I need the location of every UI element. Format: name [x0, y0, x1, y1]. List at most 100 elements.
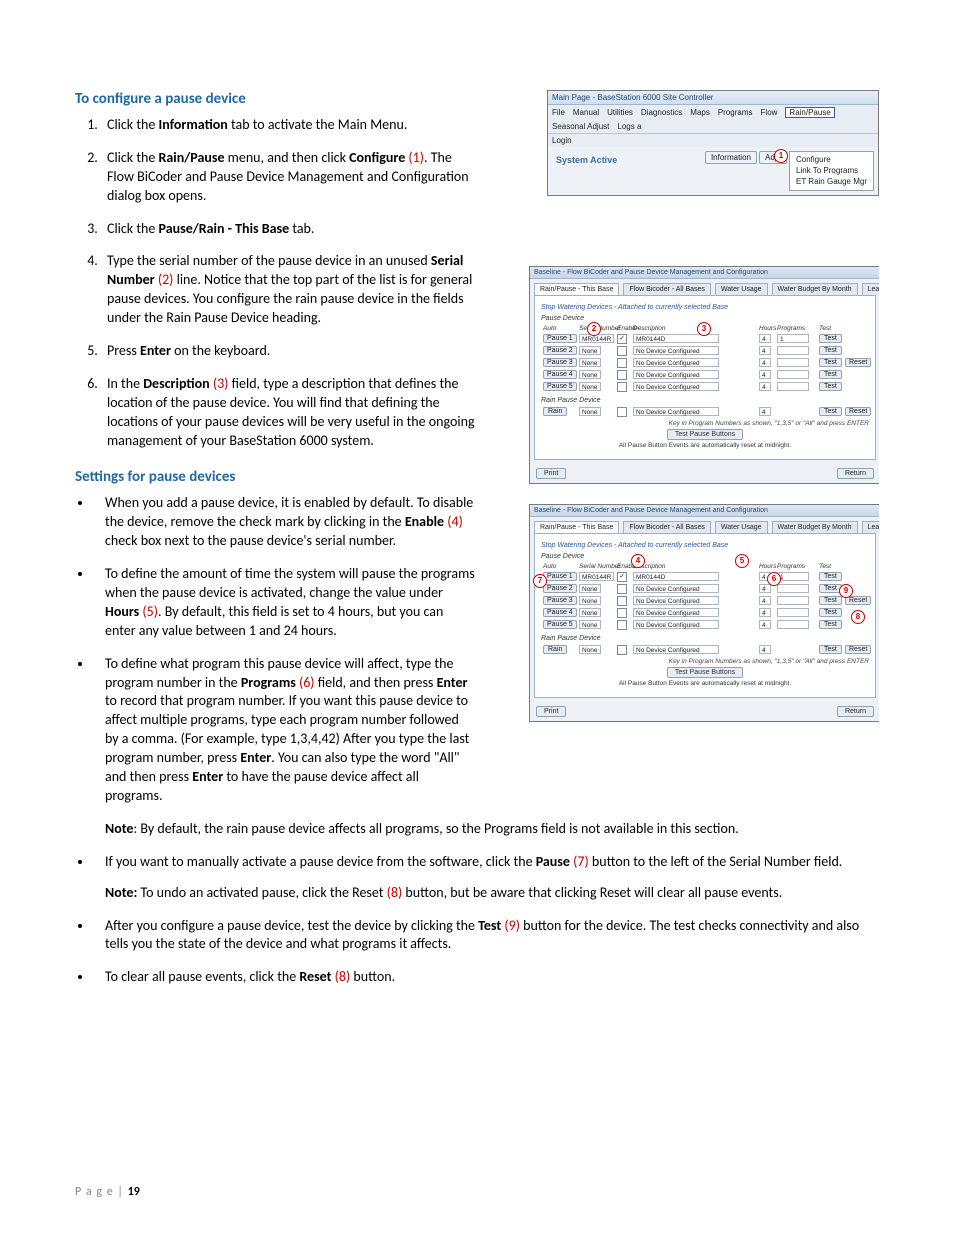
rain-pause-button[interactable]: Rain — [543, 407, 567, 416]
menu-file[interactable]: File — [552, 108, 565, 117]
test-button[interactable]: Test — [819, 346, 842, 355]
rain-desc-input[interactable]: No Device Configured — [633, 407, 719, 416]
tab-water-usage[interactable]: Water Usage — [715, 283, 768, 295]
menu-utilities[interactable]: Utilities — [607, 108, 633, 117]
test-button[interactable]: Test — [819, 572, 842, 581]
desc-input[interactable]: No Device Configured — [633, 584, 719, 593]
menu-seasonal[interactable]: Seasonal Adjust — [552, 122, 609, 131]
menu-flow[interactable]: Flow — [761, 108, 778, 117]
desc-input[interactable]: No Device Configured — [633, 346, 719, 355]
submenu-et-rain[interactable]: ET Rain Gauge Mgr — [796, 176, 867, 187]
hours-input[interactable]: 4 — [759, 358, 771, 367]
menu-manual[interactable]: Manual — [573, 108, 599, 117]
enable-checkbox[interactable] — [617, 584, 627, 594]
test-button[interactable]: Test — [819, 608, 842, 617]
submenu-configure[interactable]: Configure — [796, 154, 867, 165]
menu-logs[interactable]: Logs a — [617, 122, 641, 131]
test-button[interactable]: Test — [819, 334, 842, 343]
hours-input[interactable]: 4 — [759, 608, 771, 617]
enable-checkbox[interactable] — [617, 346, 627, 356]
programs-input[interactable] — [777, 370, 809, 379]
test-button[interactable]: Test — [819, 382, 842, 391]
submenu-link[interactable]: Link To Programs — [796, 165, 867, 176]
pause-button[interactable]: Pause 2 — [543, 346, 577, 355]
rain-test-button[interactable]: Test — [819, 407, 842, 416]
desc-input[interactable]: No Device Configured — [633, 370, 719, 379]
pause-button[interactable]: Pause 5 — [543, 382, 577, 391]
menu-diagnostics[interactable]: Diagnostics — [641, 108, 682, 117]
hours-input[interactable]: 4 — [759, 334, 771, 343]
hours-input[interactable]: 4 — [759, 620, 771, 629]
programs-input[interactable] — [777, 584, 809, 593]
enable-checkbox[interactable] — [617, 608, 627, 618]
rain-reset-button[interactable]: Reset — [845, 407, 871, 416]
sn-input[interactable]: None — [579, 596, 601, 605]
enable-checkbox[interactable] — [617, 370, 627, 380]
enable-checkbox[interactable] — [617, 358, 627, 368]
reset-button[interactable]: Reset — [845, 358, 871, 367]
tab-rain-pause[interactable]: Rain/Pause - This Base — [534, 283, 619, 295]
hours-input[interactable]: 4 — [759, 370, 771, 379]
enable-checkbox[interactable] — [617, 596, 627, 606]
reset-button[interactable]: Reset — [845, 596, 871, 605]
sn-input[interactable]: None — [579, 346, 601, 355]
programs-input[interactable]: 1 — [777, 572, 809, 581]
hours-input[interactable]: 4 — [759, 596, 771, 605]
desc-input[interactable]: MR0144D — [633, 572, 719, 581]
information-button[interactable]: Information — [705, 151, 757, 164]
programs-input[interactable]: 1 — [777, 334, 809, 343]
desc-input[interactable]: No Device Configured — [633, 608, 719, 617]
sn-input[interactable]: MR0144R — [579, 572, 614, 581]
menu-maps[interactable]: Maps — [690, 108, 710, 117]
test-button[interactable]: Test — [819, 620, 842, 629]
programs-input[interactable] — [777, 608, 809, 617]
pause-button[interactable]: Pause 1 — [543, 334, 577, 343]
programs-input[interactable] — [777, 596, 809, 605]
pause-button[interactable]: Pause 4 — [543, 370, 577, 379]
enable-checkbox[interactable] — [617, 382, 627, 392]
menu-rain-pause[interactable]: Rain/Pause — [785, 107, 834, 118]
sn-input[interactable]: None — [579, 608, 601, 617]
desc-input[interactable]: No Device Configured — [633, 382, 719, 391]
desc-input[interactable]: No Device Configured — [633, 358, 719, 367]
rain-enable-checkbox[interactable] — [617, 407, 627, 417]
hours-input[interactable]: 4 — [759, 584, 771, 593]
rain-hours-input[interactable]: 4 — [759, 407, 771, 416]
print-button[interactable]: Print — [536, 468, 566, 479]
callout-2: 2 — [587, 322, 601, 336]
rain-sn-input[interactable]: None — [579, 407, 601, 416]
menu-programs[interactable]: Programs — [718, 108, 753, 117]
test-button[interactable]: Test — [819, 358, 842, 367]
tab-learn-flow[interactable]: Learn Flow — [862, 283, 879, 295]
tab-water-budget[interactable]: Water Budget By Month — [772, 283, 858, 295]
pause-button[interactable]: Pause 4 — [543, 608, 577, 617]
sn-input[interactable]: None — [579, 620, 601, 629]
programs-input[interactable] — [777, 346, 809, 355]
enable-checkbox[interactable]: ✓ — [617, 572, 627, 582]
hours-input[interactable]: 4 — [759, 382, 771, 391]
test-button[interactable]: Test — [819, 370, 842, 379]
pause-button[interactable]: Pause 2 — [543, 584, 577, 593]
enable-checkbox[interactable] — [617, 620, 627, 630]
programs-input[interactable] — [777, 620, 809, 629]
pause-button[interactable]: Pause 1 — [543, 572, 577, 581]
sn-input[interactable]: None — [579, 358, 601, 367]
return-button[interactable]: Return — [837, 468, 874, 479]
pause-button[interactable]: Pause 3 — [543, 358, 577, 367]
programs-input[interactable] — [777, 382, 809, 391]
enable-checkbox[interactable]: ✓ — [617, 334, 627, 344]
test-button[interactable]: Test — [819, 596, 842, 605]
programs-input[interactable] — [777, 358, 809, 367]
sn-input[interactable]: None — [579, 382, 601, 391]
desc-input[interactable]: No Device Configured — [633, 596, 719, 605]
menu-login[interactable]: Login — [552, 136, 572, 145]
pause-button[interactable]: Pause 5 — [543, 620, 577, 629]
desc-input[interactable]: No Device Configured — [633, 620, 719, 629]
bullet-manual-pause: If you want to manually activate a pause… — [93, 853, 879, 903]
sn-input[interactable]: None — [579, 584, 601, 593]
sn-input[interactable]: None — [579, 370, 601, 379]
pause-button[interactable]: Pause 3 — [543, 596, 577, 605]
tab-flow-bicoder[interactable]: Flow Bicoder - All Bases — [623, 283, 710, 295]
hours-input[interactable]: 4 — [759, 346, 771, 355]
test-pause-buttons-button[interactable]: Test Pause Buttons — [667, 429, 743, 440]
